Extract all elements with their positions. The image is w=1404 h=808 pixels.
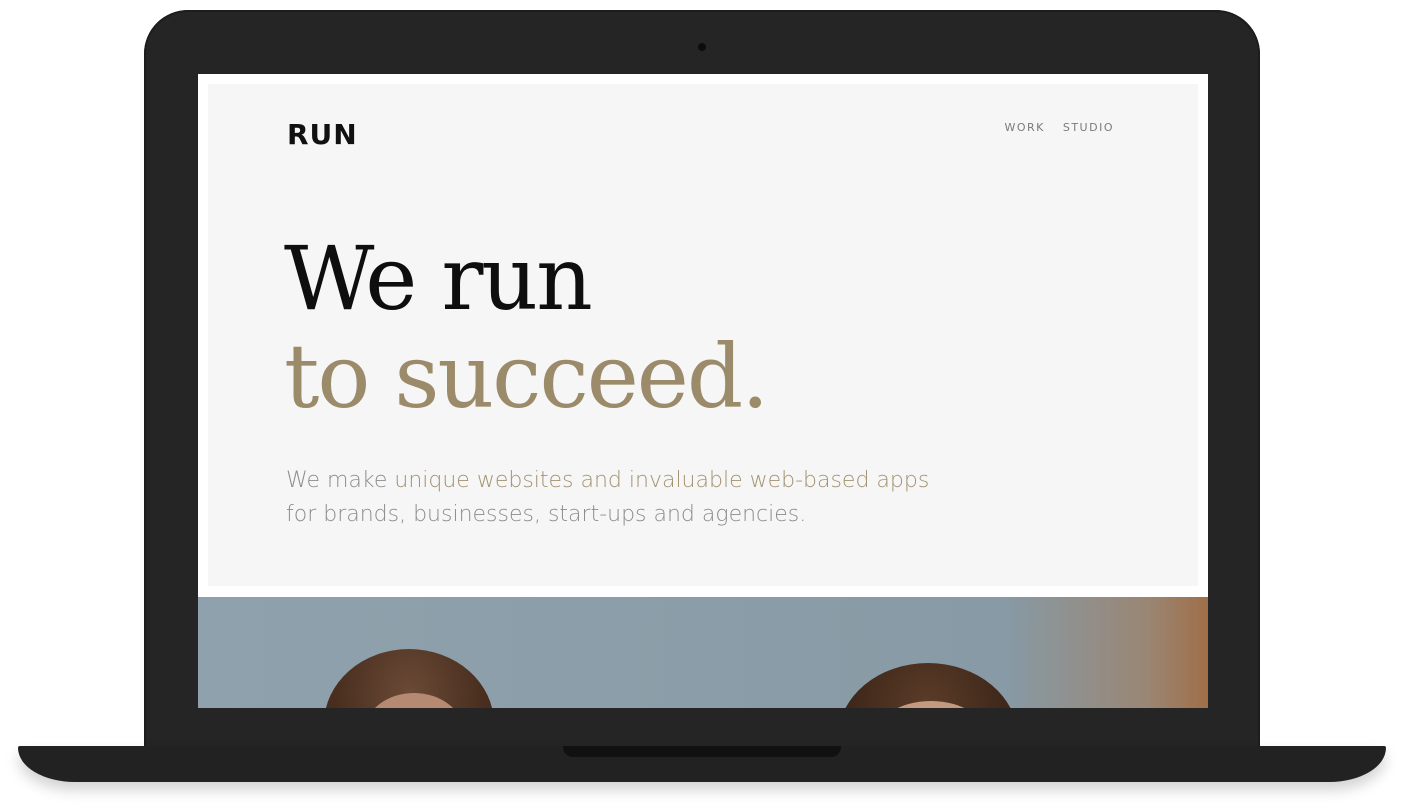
site-logo[interactable]: RUN (287, 118, 358, 151)
laptop-mockup: RUN WORK STUDIO We run to succeed. We ma… (0, 0, 1404, 808)
main-nav: WORK STUDIO (1004, 121, 1114, 134)
hero-headline: We run to succeed. (284, 227, 769, 428)
laptop-notch (563, 746, 841, 757)
nav-link-studio[interactable]: STUDIO (1063, 121, 1114, 134)
laptop-base (18, 746, 1386, 782)
subtext-tail: for brands, businesses, start-ups and ag… (286, 502, 807, 527)
hero-subtext: We make unique websites and invaluable w… (286, 464, 986, 532)
camera-icon (698, 43, 706, 51)
headline-line-1: We run (284, 227, 593, 330)
subtext-accent: unique websites and invaluable web-based… (394, 468, 930, 493)
subtext-lead: We make (286, 468, 395, 493)
website-screen: RUN WORK STUDIO We run to succeed. We ma… (198, 74, 1208, 708)
hero-section: RUN WORK STUDIO We run to succeed. We ma… (208, 84, 1198, 586)
team-photo (198, 597, 1208, 708)
headline-line-2: to succeed. (284, 325, 769, 428)
nav-link-work[interactable]: WORK (1004, 121, 1044, 134)
